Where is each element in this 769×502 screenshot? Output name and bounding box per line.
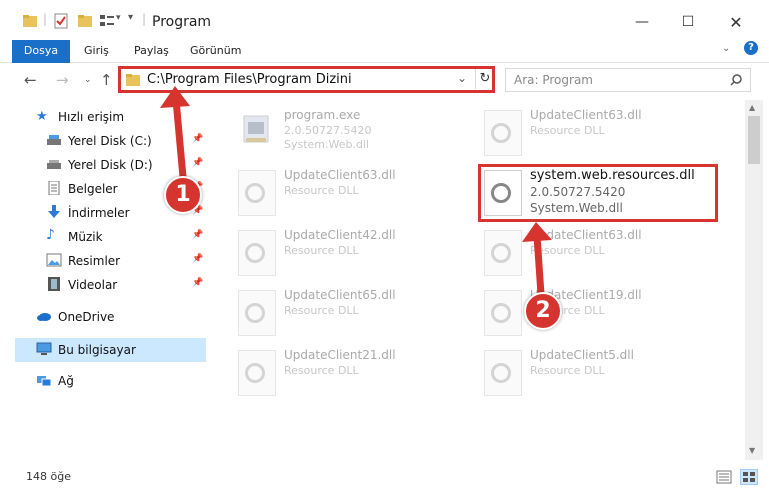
- arrow-1: [160, 86, 190, 192]
- annotation-arrows: [160, 86, 552, 298]
- step-badge-2: 2: [524, 292, 562, 330]
- arrow-2: [522, 222, 552, 298]
- step-badge-1: 1: [164, 176, 202, 214]
